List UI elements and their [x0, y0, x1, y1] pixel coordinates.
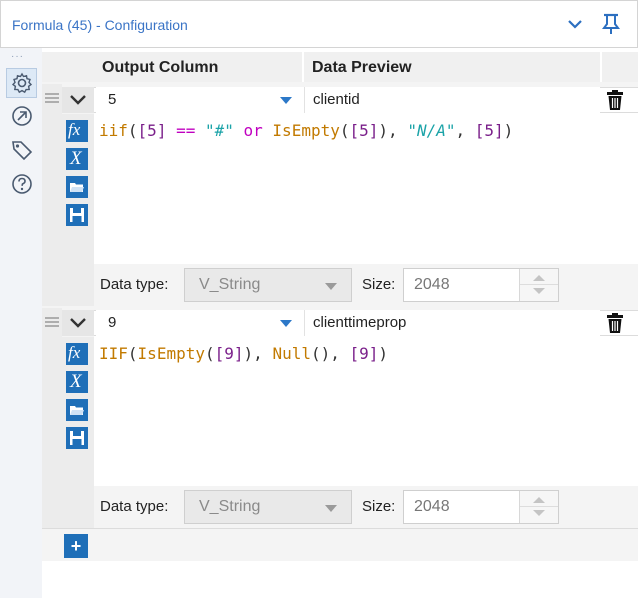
size-value: 2048: [414, 498, 450, 515]
expression-token: [5]: [137, 121, 167, 140]
expression-token: IsEmpty: [137, 344, 205, 363]
expression-toolbar: fx X: [62, 114, 94, 306]
expression-token: IsEmpty: [272, 121, 340, 140]
variable-x-icon[interactable]: X: [66, 371, 88, 393]
help-icon[interactable]: [10, 172, 34, 196]
data-type-select[interactable]: V_String: [184, 490, 352, 524]
expression-token: ): [503, 121, 514, 140]
spin-up-icon[interactable]: [533, 275, 545, 281]
collapse-button[interactable]: [62, 310, 94, 336]
drag-grip-icon[interactable]: [45, 316, 59, 328]
dropdown-arrow-icon: [280, 320, 292, 327]
size-value: 2048: [414, 276, 450, 293]
expression-editor[interactable]: iif([5] == "#" or IsEmpty([5]), "N/A", […: [94, 113, 638, 266]
expression-token: ==: [166, 121, 205, 140]
fx-icon[interactable]: fx: [66, 343, 88, 365]
save-icon[interactable]: [66, 427, 88, 449]
window-title: Formula (45) - Configuration: [12, 17, 188, 33]
expression-token: iif: [99, 121, 128, 140]
expression-token: "#": [204, 121, 234, 140]
dropdown-arrow-icon: [280, 97, 292, 104]
data-preview-cell: clientid: [304, 87, 600, 113]
expression-token: ,: [455, 121, 475, 140]
config-sidebar: [0, 48, 42, 598]
row-selector[interactable]: [42, 84, 62, 306]
size-label: Size:: [362, 498, 396, 515]
empty-area: [42, 561, 638, 598]
expression-token: ),: [378, 121, 408, 140]
spin-down-icon[interactable]: [533, 288, 545, 294]
expression-toolbar: fx X: [62, 337, 94, 528]
data-type-value: V_String: [199, 276, 261, 293]
trash-icon[interactable]: [604, 89, 626, 111]
data-preview-cell: clienttimeprop: [304, 310, 600, 336]
data-type-label: Data type:: [100, 276, 169, 293]
data-type-row: Data type: V_String Size: 2048: [94, 264, 638, 304]
drag-grip-icon[interactable]: [45, 92, 59, 104]
add-field-button[interactable]: +: [64, 534, 88, 558]
expression-token: [5]: [349, 121, 379, 140]
dropdown-arrow-icon: [325, 283, 337, 290]
expression-token: (: [127, 121, 138, 140]
expression-token: ),: [243, 344, 273, 363]
folder-open-icon[interactable]: [66, 399, 88, 421]
gear-icon[interactable]: [10, 71, 34, 95]
expression-token: (),: [310, 344, 350, 363]
tag-icon[interactable]: [10, 138, 34, 162]
output-column-value: 5: [108, 91, 117, 108]
formula-grid: Output Column Data Preview 5 clientid fx…: [42, 52, 638, 598]
expression-token: "N/A": [407, 121, 456, 140]
data-type-value: V_String: [199, 498, 261, 515]
expression-token: [5]: [474, 121, 504, 140]
data-type-row: Data type: V_String Size: 2048: [94, 486, 638, 526]
chevron-down-icon[interactable]: [567, 16, 583, 32]
chevron-down-icon: [70, 95, 86, 105]
output-column-value: 9: [108, 314, 117, 331]
size-label: Size:: [362, 276, 396, 293]
add-row-bar: +: [42, 528, 638, 561]
output-column-header[interactable]: Output Column: [94, 52, 302, 82]
size-input[interactable]: 2048: [403, 268, 559, 302]
expression-token: [9]: [214, 344, 244, 363]
data-type-label: Data type:: [100, 498, 169, 515]
folder-open-icon[interactable]: [66, 176, 88, 198]
variable-x-icon[interactable]: X: [66, 148, 88, 170]
data-preview-header[interactable]: Data Preview: [304, 52, 600, 82]
title-bar: Formula (45) - Configuration: [0, 0, 638, 48]
expression-token: IIF: [99, 344, 128, 363]
fx-icon[interactable]: fx: [66, 120, 88, 142]
arrow-icon[interactable]: [10, 104, 34, 128]
expression-token: (: [339, 121, 350, 140]
output-column-select[interactable]: 9: [96, 310, 304, 336]
save-icon[interactable]: [66, 204, 88, 226]
spin-up-icon[interactable]: [533, 497, 545, 503]
trash-icon[interactable]: [604, 312, 626, 334]
expression-token: [9]: [349, 344, 379, 363]
more-dots-icon[interactable]: ···: [11, 51, 24, 62]
expression-token: ): [378, 344, 389, 363]
collapse-button[interactable]: [62, 87, 94, 113]
expression-token: or: [233, 121, 273, 140]
data-type-select[interactable]: V_String: [184, 268, 352, 302]
row-selector[interactable]: [42, 308, 62, 528]
header-blank: [42, 52, 94, 82]
spin-down-icon[interactable]: [533, 510, 545, 516]
chevron-down-icon: [70, 318, 86, 328]
dropdown-arrow-icon: [325, 505, 337, 512]
expression-token: (: [204, 344, 215, 363]
header-blank: [602, 52, 638, 82]
expression-editor[interactable]: IIF(IsEmpty([9]), Null(), [9]): [94, 336, 638, 488]
size-spinner[interactable]: [519, 269, 558, 301]
output-column-select[interactable]: 5: [96, 87, 304, 113]
pin-icon[interactable]: [600, 13, 622, 35]
expression-token: Null: [272, 344, 311, 363]
expression-token: (: [127, 344, 138, 363]
size-spinner[interactable]: [519, 491, 558, 523]
size-input[interactable]: 2048: [403, 490, 559, 524]
